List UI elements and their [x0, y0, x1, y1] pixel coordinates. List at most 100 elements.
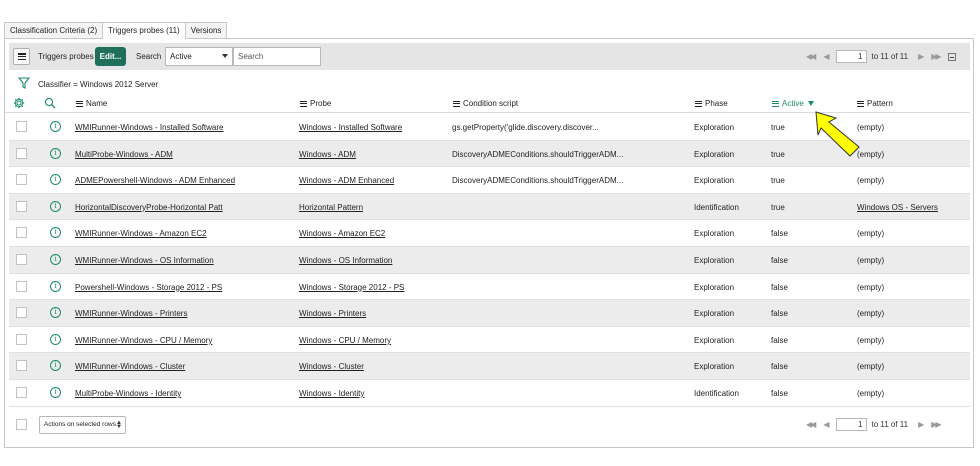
- row-checkbox[interactable]: [16, 386, 27, 398]
- row-pattern: (empty): [857, 255, 885, 265]
- row-pattern: (empty): [857, 362, 885, 372]
- row-probe-link[interactable]: Windows - Installed Software: [299, 123, 402, 132]
- column-header-probe[interactable]: Probe: [300, 99, 331, 108]
- row-active: false: [771, 309, 788, 319]
- column-menu-icon[interactable]: [857, 100, 864, 107]
- tab-triggers-probes[interactable]: Triggers probes (11): [102, 22, 186, 39]
- row-phase: Identification: [694, 202, 739, 212]
- row-name-link[interactable]: ADMEPowershell-Windows - ADM Enhanced: [75, 176, 235, 185]
- column-menu-icon[interactable]: [772, 100, 779, 107]
- collapse-icon[interactable]: [947, 52, 956, 61]
- search-field-select[interactable]: Active: [165, 47, 233, 66]
- row-pattern: (empty): [857, 309, 885, 319]
- row-phase: Exploration: [694, 309, 735, 319]
- column-header-pattern[interactable]: Pattern: [857, 99, 893, 108]
- info-icon[interactable]: i: [50, 253, 61, 265]
- row-probe-link[interactable]: Windows - ADM Enhanced: [299, 176, 394, 185]
- row-name-link[interactable]: MultiProbe-Windows - Identity: [75, 389, 181, 398]
- page-number-input[interactable]: 1: [836, 418, 868, 431]
- last-page-icon[interactable]: ▶▶: [931, 52, 941, 61]
- info-icon[interactable]: i: [50, 227, 61, 239]
- next-page-icon[interactable]: ▶: [918, 52, 924, 61]
- row-pattern[interactable]: Windows OS - Servers: [857, 203, 938, 212]
- row-probe-link[interactable]: Windows - ADM: [299, 150, 356, 159]
- row-pattern: (empty): [857, 335, 885, 345]
- row-checkbox[interactable]: [16, 253, 27, 265]
- row-name-link[interactable]: WMIRunner-Windows - CPU / Memory: [75, 336, 212, 345]
- row-phase: Exploration: [694, 123, 735, 132]
- edit-button[interactable]: Edit...: [95, 47, 126, 66]
- tab-classification-criteria[interactable]: Classification Criteria (2): [4, 22, 104, 38]
- info-icon[interactable]: i: [50, 174, 61, 186]
- list-menu-button[interactable]: [13, 48, 30, 65]
- info-icon[interactable]: i: [50, 360, 61, 372]
- select-all-checkbox[interactable]: [16, 419, 27, 430]
- column-header-phase[interactable]: Phase: [695, 99, 728, 108]
- row-probe-link[interactable]: Windows - CPU / Memory: [299, 336, 391, 345]
- row-probe-link[interactable]: Windows - Printers: [299, 309, 366, 318]
- column-menu-icon[interactable]: [300, 100, 307, 107]
- column-header-name[interactable]: Name: [76, 99, 107, 108]
- row-checkbox[interactable]: [16, 147, 27, 159]
- row-checkbox[interactable]: [16, 227, 27, 239]
- column-menu-icon[interactable]: [453, 100, 460, 107]
- row-probe-link[interactable]: Horizontal Pattern: [299, 203, 363, 212]
- info-icon[interactable]: i: [50, 147, 61, 159]
- last-page-icon[interactable]: ▶▶: [931, 420, 941, 429]
- actions-on-selected-rows-select[interactable]: Actions on selected rows... ▲ ▼: [39, 416, 126, 434]
- row-probe-link[interactable]: Windows - Cluster: [299, 362, 364, 371]
- row-checkbox[interactable]: [16, 200, 27, 212]
- row-probe-link[interactable]: Windows - Identity: [299, 389, 364, 398]
- row-name-link[interactable]: HorizontalDiscoveryProbe-Horizontal Patt: [75, 203, 223, 212]
- row-pattern: (empty): [857, 282, 885, 292]
- info-icon[interactable]: i: [50, 307, 61, 319]
- column-menu-icon[interactable]: [695, 100, 702, 107]
- gear-icon[interactable]: [13, 97, 25, 109]
- row-checkbox[interactable]: [16, 360, 27, 372]
- table-row: i WMIRunner-Windows - OS Information Win…: [9, 246, 970, 274]
- row-probe-link[interactable]: Windows - Storage 2012 - PS: [299, 283, 404, 292]
- tab-versions[interactable]: Versions: [184, 22, 228, 38]
- row-checkbox[interactable]: [16, 333, 27, 345]
- first-page-icon[interactable]: ◀◀: [806, 52, 816, 61]
- search-input[interactable]: [233, 47, 321, 66]
- select-updown-icon: ▲ ▼: [116, 420, 122, 430]
- filter-funnel-icon[interactable]: [18, 77, 30, 89]
- row-name-link[interactable]: WMIRunner-Windows - Amazon EC2: [75, 229, 207, 238]
- hamburger-icon: [17, 53, 26, 60]
- row-name-link[interactable]: WMIRunner-Windows - OS Information: [75, 256, 214, 265]
- filter-breadcrumb[interactable]: Classifier = Windows 2012 Server: [38, 80, 158, 89]
- column-menu-icon[interactable]: [76, 100, 83, 107]
- info-icon[interactable]: i: [50, 121, 61, 132]
- page-range-text: to 11 of 11: [871, 420, 909, 429]
- previous-page-icon[interactable]: ◀: [823, 52, 829, 61]
- row-checkbox[interactable]: [16, 280, 27, 292]
- row-name-link[interactable]: MultiProbe-Windows - ADM: [75, 150, 173, 159]
- row-checkbox[interactable]: [16, 307, 27, 319]
- info-icon[interactable]: i: [50, 280, 61, 292]
- page-number-input[interactable]: 1: [836, 50, 868, 63]
- info-icon[interactable]: i: [50, 333, 61, 345]
- row-checkbox[interactable]: [16, 174, 27, 186]
- row-checkbox[interactable]: [16, 121, 27, 132]
- info-icon[interactable]: i: [50, 386, 61, 398]
- row-probe-link[interactable]: Windows - OS Information: [299, 256, 392, 265]
- row-probe-link[interactable]: Windows - Amazon EC2: [299, 229, 385, 238]
- previous-page-icon[interactable]: ◀: [823, 420, 829, 429]
- row-name-link[interactable]: WMIRunner-Windows - Installed Software: [75, 123, 224, 132]
- column-header-active[interactable]: Active: [772, 99, 814, 108]
- next-page-icon[interactable]: ▶: [918, 420, 924, 429]
- row-name-link[interactable]: WMIRunner-Windows - Cluster: [75, 362, 185, 371]
- column-header-condition-script[interactable]: Condition script: [453, 99, 518, 108]
- row-name-link[interactable]: Powershell-Windows - Storage 2012 - PS: [75, 283, 222, 292]
- row-active: false: [771, 282, 788, 292]
- row-condition-script: DiscoveryADMEConditions.shouldTriggerADM…: [452, 149, 624, 159]
- row-phase: Exploration: [694, 229, 735, 239]
- table-row: i HorizontalDiscoveryProbe-Horizontal Pa…: [9, 193, 970, 221]
- row-pattern: (empty): [857, 229, 885, 239]
- info-icon[interactable]: i: [50, 200, 61, 212]
- first-page-icon[interactable]: ◀◀: [806, 420, 816, 429]
- search-icon[interactable]: [44, 97, 56, 109]
- row-name-link[interactable]: WMIRunner-Windows - Printers: [75, 309, 187, 318]
- sort-descending-icon: [807, 101, 814, 106]
